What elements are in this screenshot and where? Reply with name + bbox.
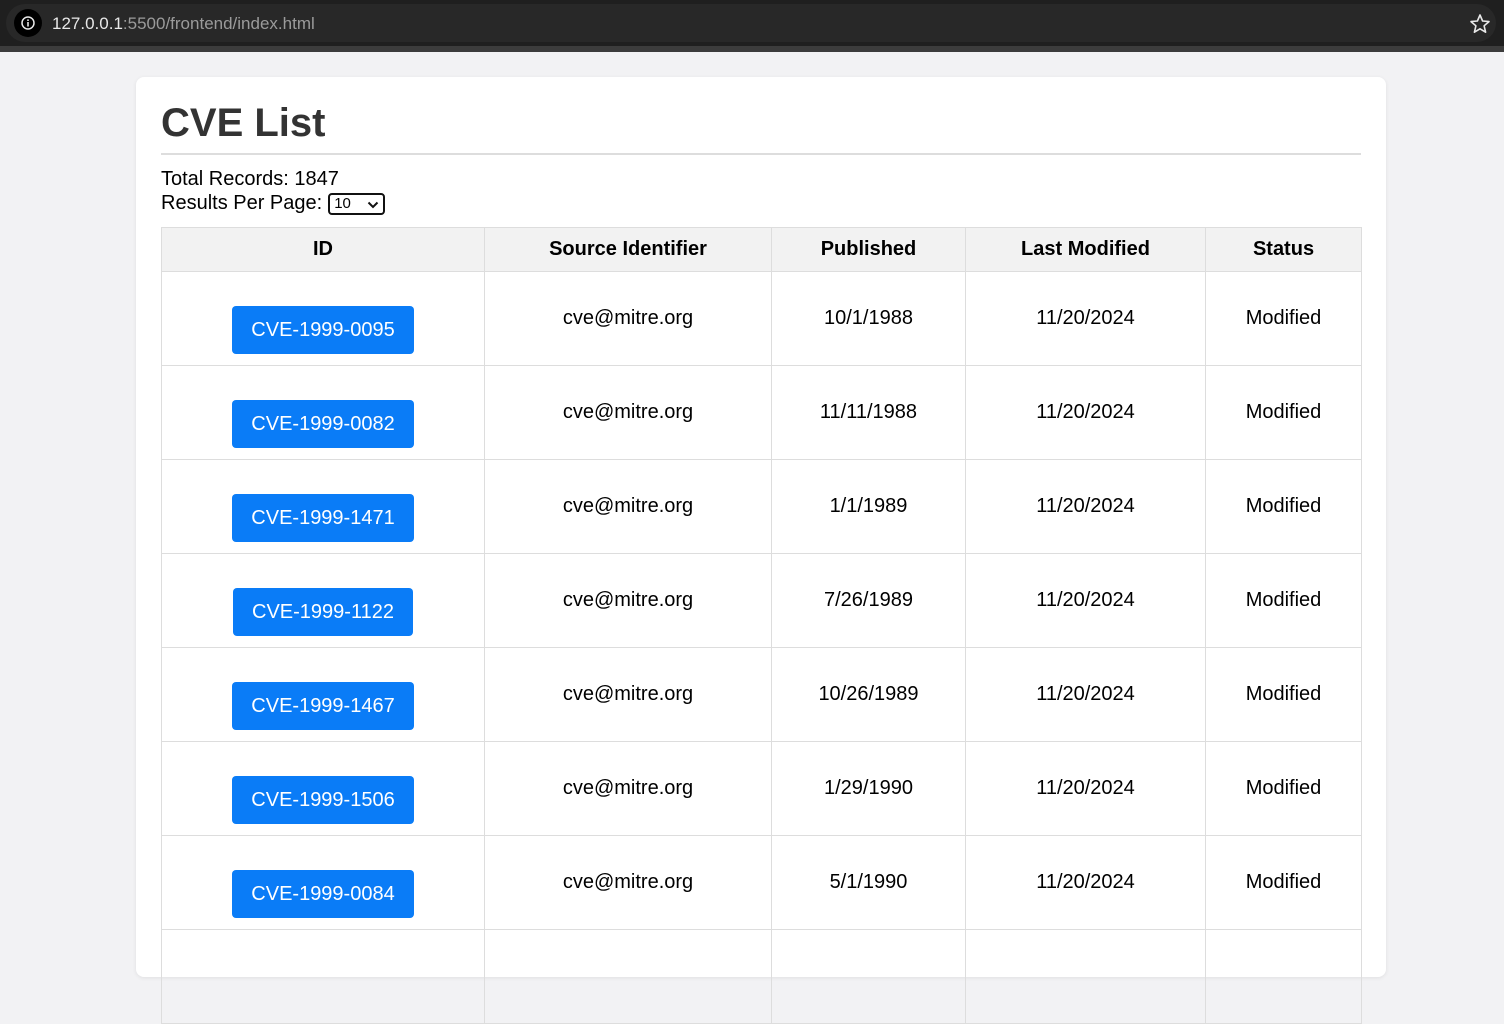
status-cell: Modified <box>1205 835 1362 930</box>
source-cell: cve@mitre.org <box>484 553 772 648</box>
toolbar-divider <box>0 46 1504 52</box>
table-row: CVE-1999-0084 cve@mitre.org 5/1/1990 11/… <box>161 835 1362 930</box>
published-cell: 10/26/1989 <box>771 647 966 742</box>
url-text[interactable]: 127.0.0.1:5500/frontend/index.html <box>52 14 315 34</box>
status-cell: Modified <box>1205 365 1362 460</box>
table-header-row: ID Source Identifier Published Last Modi… <box>161 227 1362 272</box>
total-records: Total Records: 1847 <box>161 168 339 190</box>
published-cell: 7/26/1989 <box>771 553 966 648</box>
url-host: 127.0.0.1 <box>52 14 123 33</box>
table-row: CVE-1999-0095 cve@mitre.org 10/1/1988 11… <box>161 271 1362 366</box>
browser-toolbar: 127.0.0.1:5500/frontend/index.html <box>0 0 1504 52</box>
table-row: CVE-1999-1467 cve@mitre.org 10/26/1989 1… <box>161 647 1362 742</box>
published-cell: 5/1/1990 <box>771 835 966 930</box>
header-status[interactable]: Status <box>1205 227 1362 272</box>
source-cell: cve@mitre.org <box>484 365 772 460</box>
source-cell: cve@mitre.org <box>484 271 772 366</box>
modified-cell: 11/20/2024 <box>965 647 1206 742</box>
site-info-icon[interactable] <box>14 9 42 37</box>
status-cell: Modified <box>1205 459 1362 554</box>
id-cell: CVE-1999-1506 <box>161 741 485 836</box>
modified-cell: 11/20/2024 <box>965 459 1206 554</box>
published-cell: 1/29/1990 <box>771 741 966 836</box>
source-cell: cve@mitre.org <box>484 647 772 742</box>
header-source-identifier[interactable]: Source Identifier <box>484 227 772 272</box>
cve-list-card: CVE List Total Records: 1847 Results Per… <box>136 77 1386 1024</box>
cve-id-button[interactable]: CVE-1999-0084 <box>232 870 414 918</box>
table-row: CVE-1999-1506 cve@mitre.org 1/29/1990 11… <box>161 741 1362 836</box>
id-cell: CVE-1999-1467 <box>161 647 485 742</box>
results-per-page-value: 10 <box>334 195 351 212</box>
status-cell: Modified <box>1205 271 1362 366</box>
source-cell: cve@mitre.org <box>484 835 772 930</box>
published-cell <box>771 929 966 1024</box>
header-published[interactable]: Published <box>771 227 966 272</box>
source-cell: cve@mitre.org <box>484 459 772 554</box>
cve-id-button[interactable]: CVE-1999-1467 <box>232 682 414 730</box>
table-row <box>161 929 1362 1024</box>
modified-cell: 11/20/2024 <box>965 741 1206 836</box>
status-cell: Modified <box>1205 647 1362 742</box>
id-cell: CVE-1999-0084 <box>161 835 485 930</box>
cve-id-button[interactable]: CVE-1999-1122 <box>233 588 413 636</box>
cve-id-button[interactable]: CVE-1999-1471 <box>232 494 414 542</box>
cve-table: ID Source Identifier Published Last Modi… <box>161 227 1362 1024</box>
chevron-down-icon <box>367 201 379 209</box>
source-cell <box>484 929 772 1024</box>
header-id[interactable]: ID <box>161 227 485 272</box>
url-path: :5500/frontend/index.html <box>122 14 315 33</box>
cve-id-button[interactable]: CVE-1999-0095 <box>232 306 414 354</box>
results-per-page-select[interactable]: 10 <box>328 193 386 215</box>
id-cell: CVE-1999-1471 <box>161 459 485 554</box>
modified-cell: 11/20/2024 <box>965 553 1206 648</box>
modified-cell <box>965 929 1206 1024</box>
table-row: CVE-1999-0082 cve@mitre.org 11/11/1988 1… <box>161 365 1362 460</box>
source-cell: cve@mitre.org <box>484 741 772 836</box>
cve-id-button[interactable]: CVE-1999-1506 <box>232 776 414 824</box>
published-cell: 11/11/1988 <box>771 365 966 460</box>
id-cell: CVE-1999-1122 <box>161 553 485 648</box>
status-cell: Modified <box>1205 741 1362 836</box>
page-title: CVE List <box>161 101 326 145</box>
table-row: CVE-1999-1122 cve@mitre.org 7/26/1989 11… <box>161 553 1362 648</box>
id-cell: CVE-1999-0095 <box>161 271 485 366</box>
status-cell <box>1205 929 1362 1024</box>
modified-cell: 11/20/2024 <box>965 365 1206 460</box>
results-per-page: Results Per Page: 10 <box>161 191 386 215</box>
bookmark-star-icon[interactable] <box>1468 12 1492 36</box>
status-cell: Modified <box>1205 553 1362 648</box>
published-cell: 10/1/1988 <box>771 271 966 366</box>
modified-cell: 11/20/2024 <box>965 835 1206 930</box>
id-cell <box>161 929 485 1024</box>
published-cell: 1/1/1989 <box>771 459 966 554</box>
modified-cell: 11/20/2024 <box>965 271 1206 366</box>
table-row: CVE-1999-1471 cve@mitre.org 1/1/1989 11/… <box>161 459 1362 554</box>
results-per-page-label: Results Per Page: <box>161 191 323 214</box>
cve-id-button[interactable]: CVE-1999-0082 <box>232 400 414 448</box>
address-bar[interactable]: 127.0.0.1:5500/frontend/index.html <box>6 4 1496 42</box>
title-divider <box>161 153 1361 155</box>
id-cell: CVE-1999-0082 <box>161 365 485 460</box>
header-last-modified[interactable]: Last Modified <box>965 227 1206 272</box>
